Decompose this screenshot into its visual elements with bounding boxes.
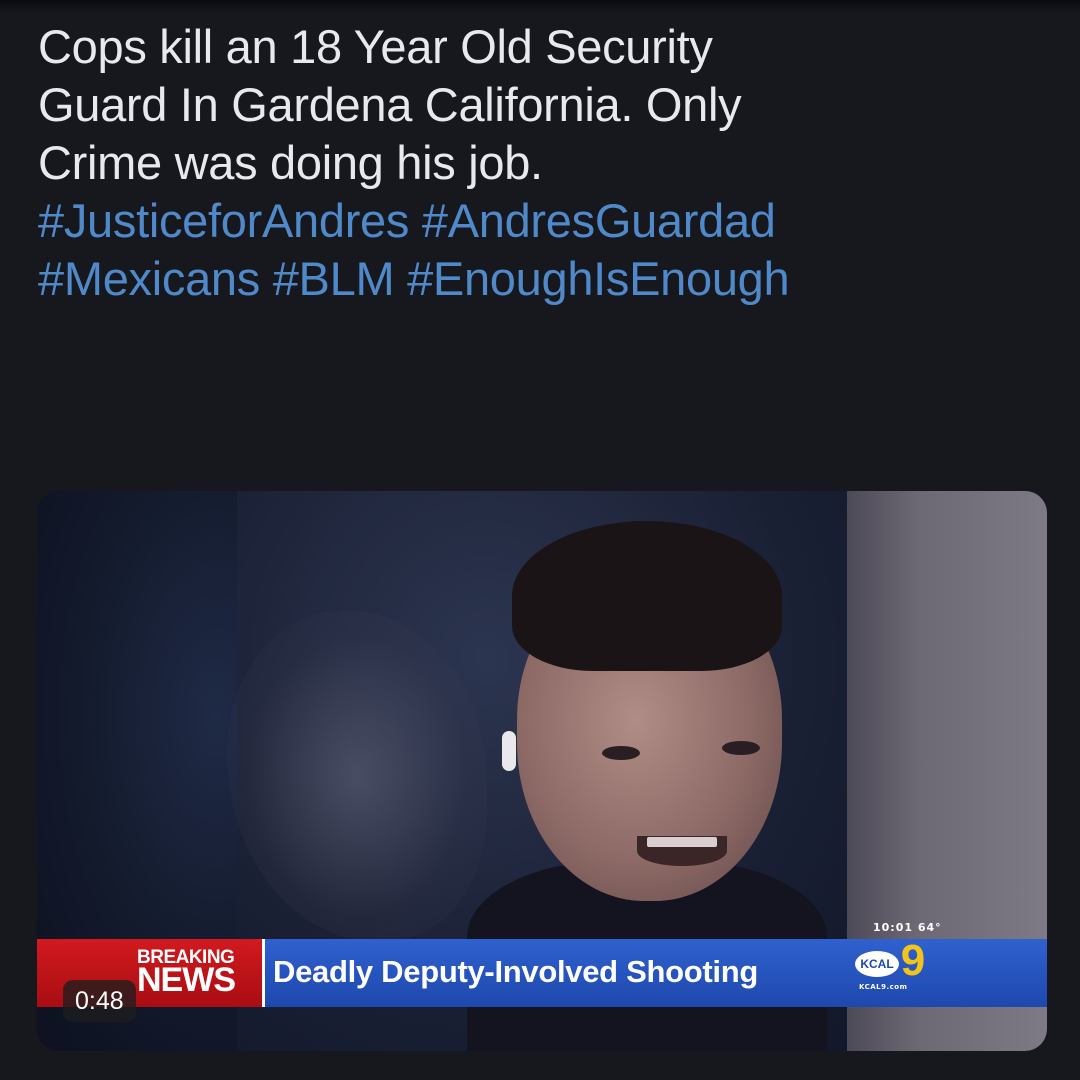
station-url: KCAL9.com [859, 983, 908, 991]
tweet-text-line: Guard In Gardena California. Only [38, 78, 742, 131]
hashtag-link[interactable]: #BLM [273, 252, 395, 305]
hashtag-link[interactable]: #AndresGuardad [422, 194, 776, 247]
earbud [502, 731, 516, 771]
top-edge [0, 0, 1080, 14]
teeth [647, 837, 717, 847]
video-player[interactable]: 10:01 64° BREAKING NEWS Deadly Deputy-In… [37, 491, 1047, 1051]
time-temperature: 10:01 64° [873, 921, 942, 934]
channel-number: 9 [900, 936, 926, 985]
hashtag-line: #Mexicans #BLM #EnoughIsEnough [38, 250, 1048, 308]
hashtag-line: #JusticeforAndres #AndresGuardad [38, 192, 1048, 250]
hashtag-link[interactable]: #EnoughIsEnough [407, 252, 790, 305]
hashtag-link[interactable]: #Mexicans [38, 252, 260, 305]
headline-box: Deadly Deputy-Involved Shooting KCAL 9 K… [262, 939, 1047, 1007]
eye [722, 741, 760, 755]
station-logo: KCAL 9 KCAL9.com [853, 939, 943, 995]
tweet-text-line: Cops kill an 18 Year Old Security [38, 20, 713, 73]
news-chyron: BREAKING NEWS Deadly Deputy-Involved Sho… [37, 939, 1047, 1007]
tweet-text: Cops kill an 18 Year Old Security Guard … [38, 18, 1048, 308]
hashtag-link[interactable]: #JusticeforAndres [38, 194, 409, 247]
chyron-headline: Deadly Deputy-Involved Shooting [273, 954, 759, 989]
eye [602, 746, 640, 760]
news-label: NEWS [137, 961, 236, 999]
tweet-text-line: Crime was doing his job. [38, 136, 543, 189]
video-duration-badge: 0:48 [63, 980, 136, 1022]
hair [512, 521, 782, 671]
